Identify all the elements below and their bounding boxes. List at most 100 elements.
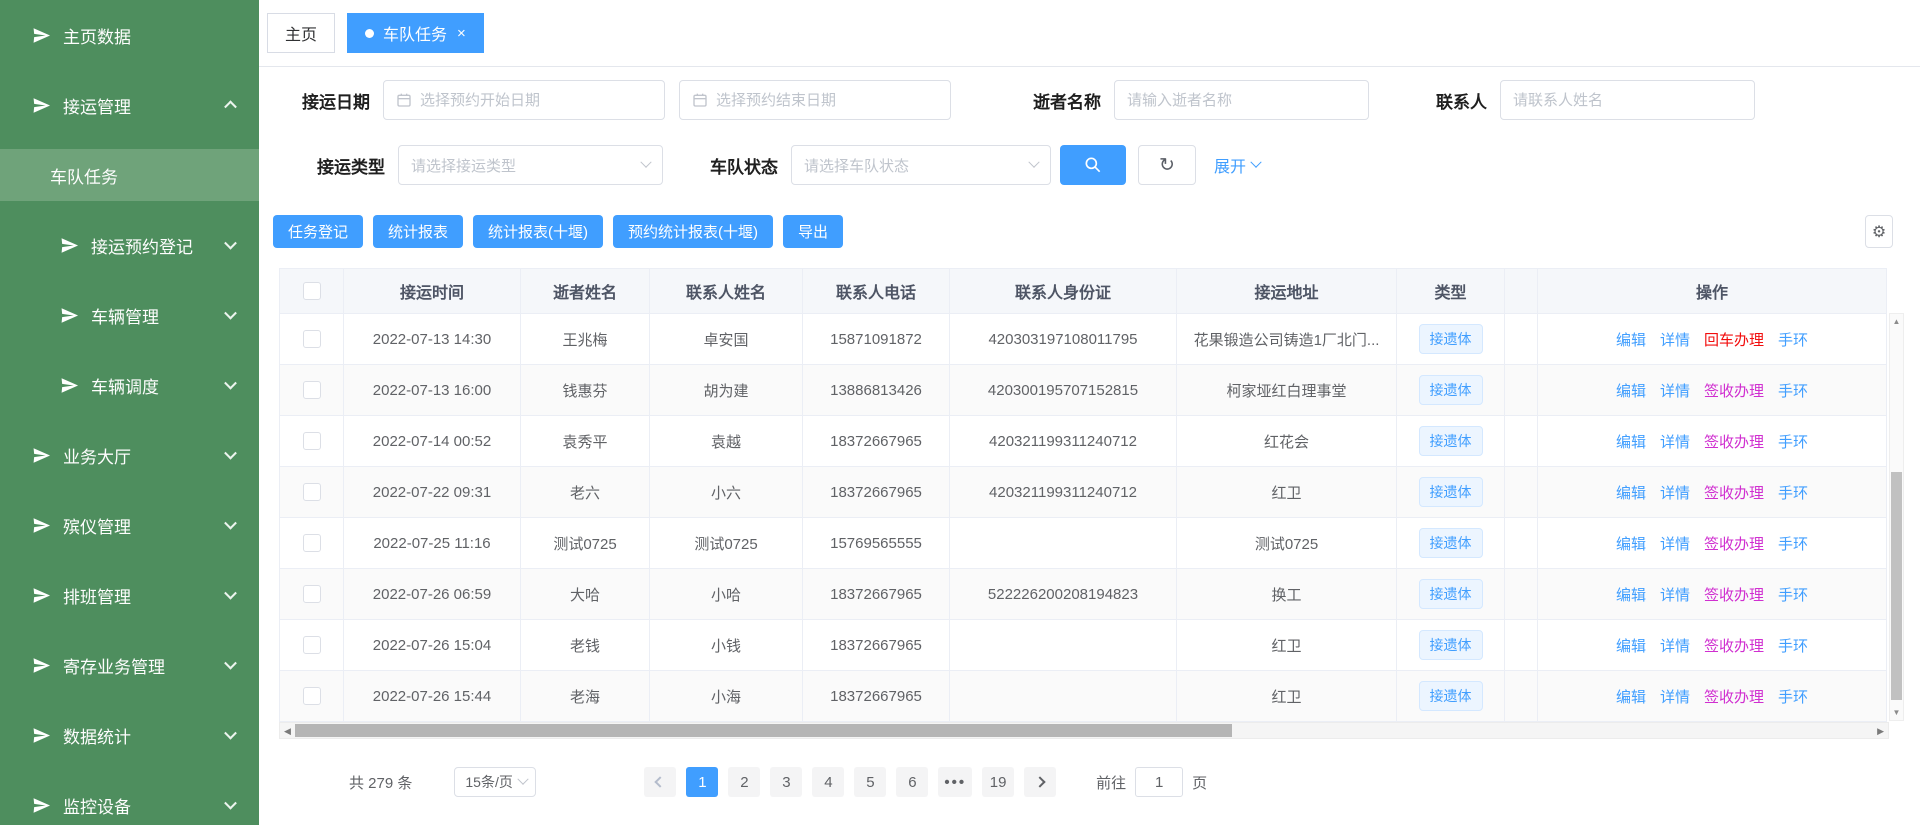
- scroll-up-icon[interactable]: ▲: [1890, 317, 1903, 326]
- row-checkbox[interactable]: [303, 432, 321, 450]
- prev-page-button[interactable]: [644, 767, 676, 797]
- sign-process-link[interactable]: 签收办理: [1704, 383, 1764, 400]
- sidebar-item-7[interactable]: 殡仪管理: [0, 490, 259, 560]
- toolbar-button-2[interactable]: 统计报表(十堰): [473, 215, 603, 248]
- wristband-link[interactable]: 手环: [1778, 638, 1808, 655]
- tab-home[interactable]: 主页: [267, 13, 335, 53]
- detail-link[interactable]: 详情: [1660, 434, 1690, 451]
- sidebar-item-5[interactable]: 车辆调度: [0, 350, 259, 420]
- expand-link[interactable]: 展开: [1214, 153, 1260, 177]
- detail-link[interactable]: 详情: [1660, 383, 1690, 400]
- select-all-checkbox[interactable]: [303, 282, 321, 300]
- scroll-down-icon[interactable]: ▼: [1890, 708, 1903, 717]
- edit-link[interactable]: 编辑: [1616, 689, 1646, 706]
- toolbar-button-1[interactable]: 统计报表: [373, 215, 463, 248]
- sign-process-link[interactable]: 签收办理: [1704, 485, 1764, 502]
- detail-link[interactable]: 详情: [1660, 587, 1690, 604]
- wristband-link[interactable]: 手环: [1778, 485, 1808, 502]
- edit-link[interactable]: 编辑: [1616, 332, 1646, 349]
- sign-process-link[interactable]: 签收办理: [1704, 536, 1764, 553]
- page-button-19[interactable]: 19: [982, 767, 1014, 797]
- sidebar-item-3[interactable]: 接运预约登记: [0, 210, 259, 280]
- sidebar-item-9[interactable]: 寄存业务管理: [0, 630, 259, 700]
- return-process-link[interactable]: 回车办理: [1704, 332, 1764, 349]
- detail-link[interactable]: 详情: [1660, 638, 1690, 655]
- detail-link[interactable]: 详情: [1660, 536, 1690, 553]
- sign-process-link[interactable]: 签收办理: [1704, 587, 1764, 604]
- vertical-scrollbar-thumb[interactable]: [1891, 472, 1902, 700]
- search-button[interactable]: [1060, 145, 1126, 185]
- edit-link[interactable]: 编辑: [1616, 536, 1646, 553]
- date-start-input-wrap[interactable]: [383, 80, 665, 120]
- page-size-select[interactable]: 15条/页: [454, 767, 536, 797]
- contact-phone-cell: 18372667965: [803, 416, 950, 467]
- deceased-name-input[interactable]: [1127, 92, 1356, 109]
- detail-link[interactable]: 详情: [1660, 332, 1690, 349]
- sidebar-item-6[interactable]: 业务大厅: [0, 420, 259, 490]
- date-end-input-wrap[interactable]: [679, 80, 951, 120]
- edit-link[interactable]: 编辑: [1616, 485, 1646, 502]
- toolbar-button-3[interactable]: 预约统计报表(十堰): [613, 215, 773, 248]
- refresh-button[interactable]: ↻: [1138, 145, 1196, 185]
- fleet-status-select[interactable]: 请选择车队状态: [791, 145, 1051, 185]
- close-tab-icon[interactable]: ×: [457, 25, 466, 42]
- wristband-link[interactable]: 手环: [1778, 689, 1808, 706]
- pickup-type-select[interactable]: 请选择接运类型: [398, 145, 663, 185]
- column-settings-button[interactable]: ⚙: [1865, 215, 1893, 248]
- edit-link[interactable]: 编辑: [1616, 434, 1646, 451]
- sign-process-link[interactable]: 签收办理: [1704, 638, 1764, 655]
- sidebar-item-4[interactable]: 车辆管理: [0, 280, 259, 350]
- wristband-link[interactable]: 手环: [1778, 383, 1808, 400]
- horizontal-scrollbar-thumb[interactable]: [295, 724, 1232, 737]
- edit-link[interactable]: 编辑: [1616, 638, 1646, 655]
- wristband-link[interactable]: 手环: [1778, 332, 1808, 349]
- wristband-link[interactable]: 手环: [1778, 587, 1808, 604]
- sidebar-item-8[interactable]: 排班管理: [0, 560, 259, 630]
- page-button-6[interactable]: 6: [896, 767, 928, 797]
- sign-process-link[interactable]: 签收办理: [1704, 434, 1764, 451]
- row-checkbox[interactable]: [303, 534, 321, 552]
- sidebar-item-0[interactable]: 主页数据: [0, 0, 259, 70]
- page-button-5[interactable]: 5: [854, 767, 886, 797]
- sidebar-item-2[interactable]: 车队任务: [0, 149, 259, 201]
- type-cell: 接遗体: [1397, 569, 1505, 620]
- page-button-4[interactable]: 4: [812, 767, 844, 797]
- page-button-3[interactable]: 3: [770, 767, 802, 797]
- row-checkbox[interactable]: [303, 585, 321, 603]
- type-badge: 接遗体: [1419, 681, 1483, 711]
- sidebar-item-1[interactable]: 接运管理: [0, 70, 259, 140]
- toolbar-button-4[interactable]: 导出: [783, 215, 843, 248]
- detail-link[interactable]: 详情: [1660, 485, 1690, 502]
- sidebar-item-10[interactable]: 数据统计: [0, 700, 259, 770]
- edit-link[interactable]: 编辑: [1616, 383, 1646, 400]
- vertical-scrollbar[interactable]: ▲ ▼: [1889, 313, 1904, 721]
- goto-page-input[interactable]: [1135, 767, 1183, 797]
- toolbar-button-0[interactable]: 任务登记: [273, 215, 363, 248]
- contact-input[interactable]: [1513, 92, 1742, 109]
- scroll-right-icon[interactable]: ▶: [1877, 724, 1884, 738]
- page-button-2[interactable]: 2: [728, 767, 760, 797]
- tab-fleet-tasks[interactable]: 车队任务 ×: [347, 13, 484, 53]
- date-start-input[interactable]: [420, 92, 652, 109]
- row-checkbox[interactable]: [303, 483, 321, 501]
- sidebar-item-11[interactable]: 监控设备: [0, 770, 259, 825]
- row-checkbox[interactable]: [303, 636, 321, 654]
- wristband-link[interactable]: 手环: [1778, 434, 1808, 451]
- detail-link[interactable]: 详情: [1660, 689, 1690, 706]
- deceased-name-input-wrap[interactable]: [1114, 80, 1369, 120]
- horizontal-scrollbar[interactable]: ◀ ▶: [279, 722, 1889, 739]
- wristband-link[interactable]: 手环: [1778, 536, 1808, 553]
- edit-link[interactable]: 编辑: [1616, 587, 1646, 604]
- row-checkbox[interactable]: [303, 381, 321, 399]
- date-end-input[interactable]: [716, 92, 938, 109]
- page-ellipsis[interactable]: •••: [938, 767, 972, 797]
- row-checkbox[interactable]: [303, 330, 321, 348]
- table-row-1: 2022-07-13 16:00钱惠芬胡为建138868134264203001…: [280, 365, 1887, 416]
- sign-process-link[interactable]: 签收办理: [1704, 689, 1764, 706]
- scroll-left-icon[interactable]: ◀: [284, 724, 291, 738]
- page-button-1[interactable]: 1: [686, 767, 718, 797]
- pickup-type-placeholder: 请选择接运类型: [411, 155, 642, 176]
- next-page-button[interactable]: [1024, 767, 1056, 797]
- row-checkbox[interactable]: [303, 687, 321, 705]
- contact-input-wrap[interactable]: [1500, 80, 1755, 120]
